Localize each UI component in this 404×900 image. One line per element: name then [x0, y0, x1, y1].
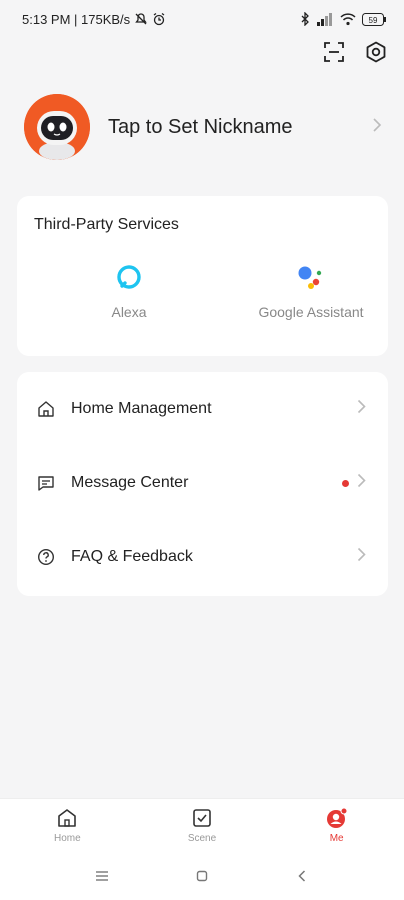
wifi-icon — [340, 12, 356, 26]
service-alexa[interactable]: Alexa — [79, 264, 179, 320]
chevron-right-icon — [372, 117, 382, 138]
home-system-button[interactable] — [190, 864, 214, 888]
battery-level: 59 — [369, 16, 378, 25]
services-title: Third-Party Services — [34, 216, 179, 233]
tab-label: Home — [53, 833, 81, 844]
menu-item-label: FAQ & Feedback — [71, 548, 193, 565]
status-bar: 5:13 PM | 175KB/s 59 — [0, 0, 404, 38]
bottom-nav: Home Scene Me — [0, 798, 404, 852]
square-icon — [196, 870, 208, 882]
nickname-label: Tap to Set Nickname — [108, 115, 293, 138]
scan-icon — [324, 42, 344, 62]
chevron-right-icon — [357, 473, 366, 493]
scene-check-icon — [193, 809, 211, 827]
menu-item-label: Home Management — [71, 400, 212, 417]
tab-me[interactable]: Me — [269, 799, 404, 852]
question-icon — [36, 547, 56, 567]
bluetooth-icon — [300, 12, 310, 26]
system-nav-bar — [0, 852, 404, 900]
message-icon — [36, 473, 56, 493]
status-time-speed: 5:13 PM | 175KB/s — [22, 11, 131, 27]
mute-icon — [134, 12, 148, 26]
recents-button[interactable] — [90, 864, 114, 888]
third-party-services-card: Third-Party Services Alexa Google Assist… — [17, 196, 388, 356]
menu-lines-icon — [96, 871, 108, 881]
me-icon — [326, 807, 348, 828]
chevron-right-icon — [357, 547, 366, 567]
gear-icon — [366, 41, 386, 63]
alexa-icon — [117, 265, 141, 289]
service-google-assistant[interactable]: Google Assistant — [231, 264, 391, 320]
signal-icon — [316, 12, 334, 26]
menu-card: Home Management Message Center FAQ & Fee… — [17, 372, 388, 596]
back-button[interactable] — [290, 864, 314, 888]
menu-item-label: Message Center — [71, 474, 189, 491]
menu-item-message-center[interactable]: Message Center — [17, 446, 388, 520]
back-chevron-icon — [298, 870, 306, 882]
battery-icon: 59 — [362, 12, 386, 26]
service-label: Google Assistant — [258, 304, 364, 320]
tab-scene[interactable]: Scene — [135, 799, 270, 852]
menu-item-home-management[interactable]: Home Management — [17, 372, 388, 446]
scan-button[interactable] — [322, 40, 346, 64]
alarm-icon — [152, 12, 166, 26]
service-label: Alexa — [111, 304, 147, 320]
tab-label: Scene — [187, 833, 217, 844]
menu-item-faq-feedback[interactable]: FAQ & Feedback — [17, 520, 388, 594]
avatar[interactable] — [24, 94, 90, 160]
robot-avatar-icon — [24, 94, 90, 160]
home-icon — [36, 399, 56, 419]
status-right: 59 — [300, 12, 386, 26]
chevron-right-icon — [357, 399, 366, 419]
top-actions — [322, 40, 388, 64]
home-icon — [58, 809, 77, 827]
status-left: 5:13 PM | 175KB/s — [22, 12, 166, 27]
unread-dot-badge — [342, 479, 349, 487]
tab-label: Me — [329, 833, 344, 844]
settings-button[interactable] — [364, 40, 388, 64]
tab-home[interactable]: Home — [0, 799, 135, 852]
profile-row[interactable]: Tap to Set Nickname — [24, 94, 386, 160]
google-assistant-icon — [298, 266, 322, 289]
